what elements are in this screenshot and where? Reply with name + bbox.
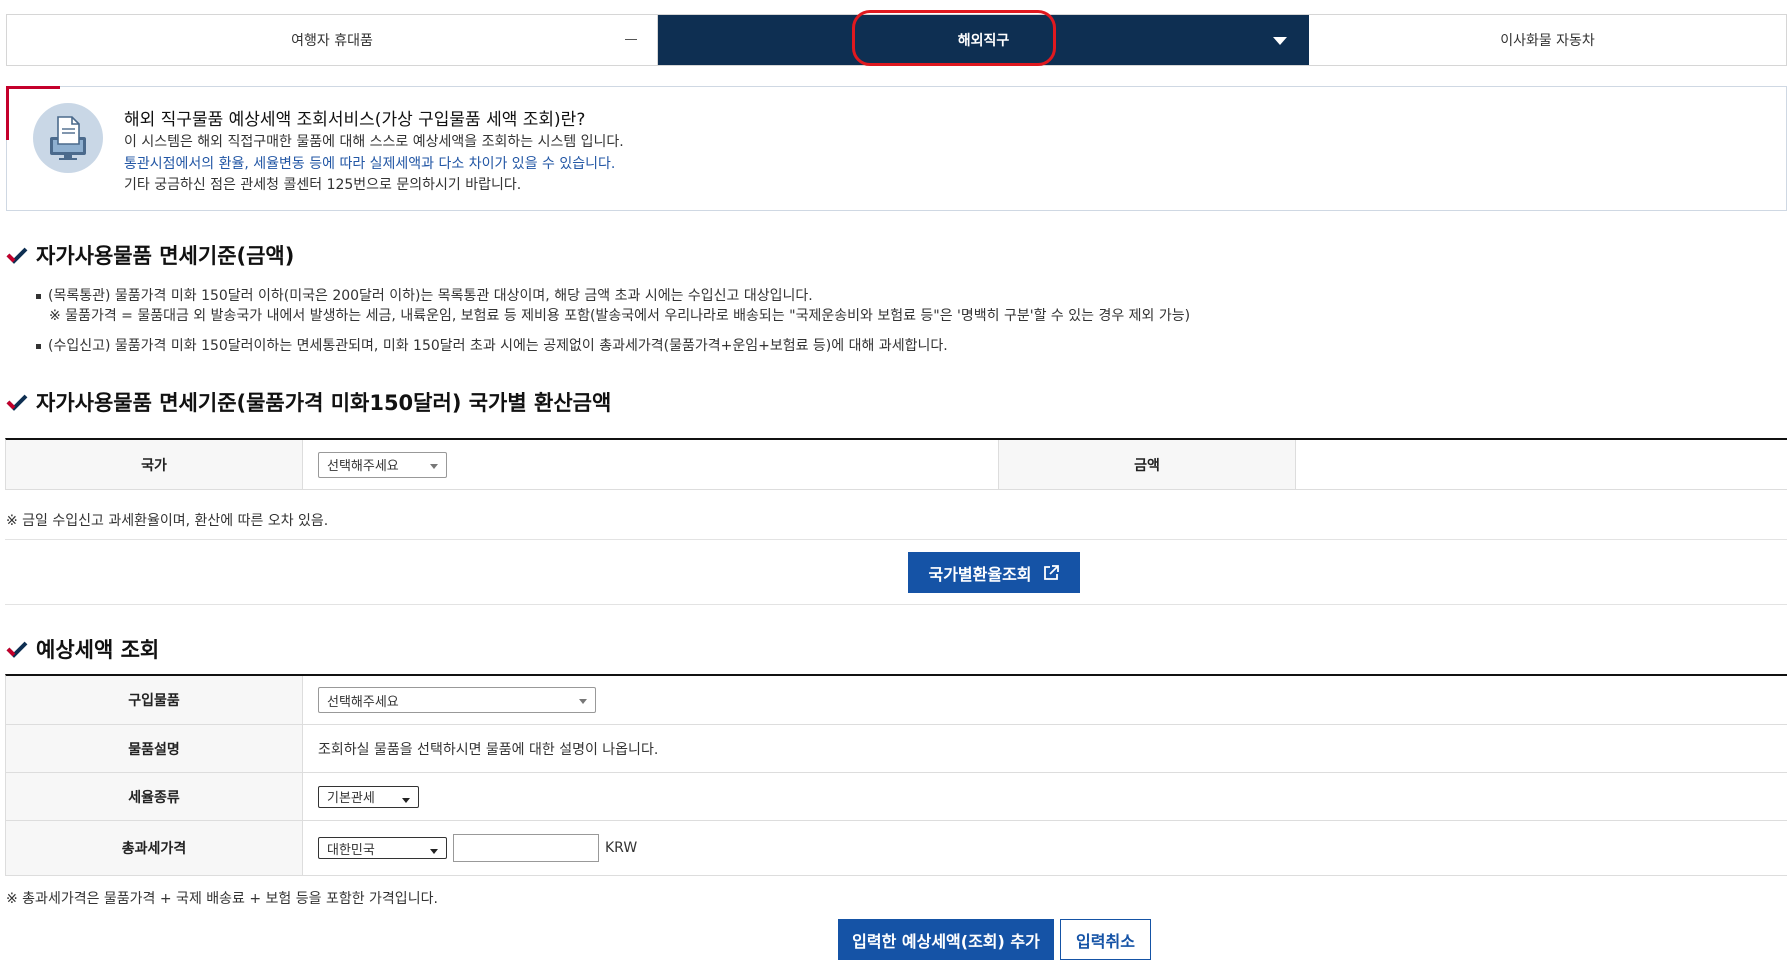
button-label: 입력한 예상세액(조회) 추가 bbox=[852, 931, 1040, 951]
currency-unit: KRW bbox=[605, 840, 638, 856]
button-label: 국가별환율조회 bbox=[928, 564, 1032, 584]
minus-icon bbox=[625, 39, 637, 40]
amount-value bbox=[1296, 440, 1787, 489]
list-item: (목록통관) 물품가격 미화 150달러 이하(미국은 200달러 이하)는 목… bbox=[36, 285, 813, 305]
exchange-table: 국가 선택해주세요 금액 bbox=[5, 438, 1787, 490]
desc-label: 물품설명 bbox=[6, 725, 303, 772]
divider bbox=[5, 539, 1787, 540]
section-heading: 자가사용물품 면세기준(금액) bbox=[6, 240, 294, 270]
item-select[interactable]: 선택해주세요 bbox=[318, 687, 596, 713]
divider bbox=[5, 604, 1787, 605]
check-icon bbox=[6, 247, 28, 264]
external-link-icon bbox=[1043, 564, 1059, 580]
bullet-note: ※ 물품가격 = 물품대금 외 발송국가 내에서 발생하는 세금, 내륙운임, … bbox=[49, 308, 1191, 324]
check-icon bbox=[6, 641, 28, 658]
add-estimate-button[interactable]: 입력한 예상세액(조회) 추가 bbox=[838, 919, 1054, 960]
item-label: 구입물품 bbox=[6, 676, 303, 724]
section-title: 자가사용물품 면세기준(물품가격 미화150달러) 국가별 환산금액 bbox=[36, 391, 612, 415]
tab-traveler-items[interactable]: 여행자 휴대품 bbox=[7, 15, 658, 65]
item-cell: 선택해주세요 bbox=[303, 676, 1787, 724]
country-select[interactable]: 선택해주세요 bbox=[318, 451, 447, 478]
section-heading: 예상세액 조회 bbox=[6, 634, 159, 664]
bullet-text: (목록통관) 물품가격 미화 150달러 이하(미국은 200달러 이하)는 목… bbox=[48, 288, 813, 304]
country-label: 국가 bbox=[6, 440, 303, 489]
total-price-input[interactable] bbox=[453, 834, 599, 862]
chevron-down-icon[interactable] bbox=[1273, 37, 1287, 45]
tax-type-select[interactable]: 기본관세 bbox=[318, 785, 419, 808]
amount-label: 금액 bbox=[999, 440, 1296, 489]
table-row: 국가 선택해주세요 금액 bbox=[6, 440, 1787, 490]
tab-moving-cargo-vehicle[interactable]: 이사화물 자동차 bbox=[1309, 15, 1786, 65]
table-row: 구입물품 선택해주세요 bbox=[6, 676, 1787, 725]
list-item: (수입신고) 물품가격 미화 150달러이하는 면세통관되며, 미화 150달러… bbox=[36, 335, 948, 355]
desc-text: 조회하실 물품을 선택하시면 물품에 대한 설명이 나옵니다. bbox=[318, 741, 659, 758]
total-price-note: ※ 총과세가격은 물품가격 + 국제 배송료 + 보험 등을 포함한 가격입니다… bbox=[6, 891, 438, 907]
section-title: 자가사용물품 면세기준(금액) bbox=[36, 244, 295, 268]
document-monitor-icon bbox=[33, 103, 103, 173]
tax-type-label: 세율종류 bbox=[6, 773, 303, 820]
tax-query-table: 구입물품 선택해주세요 물품설명 조회하실 물품을 선택하시면 물품에 대한 설… bbox=[5, 674, 1787, 876]
table-row: 총과세가격 대한민국 KRW bbox=[6, 821, 1787, 876]
currency-country-select[interactable]: 대한민국 bbox=[318, 837, 447, 859]
info-title: 해외 직구물품 예상세액 조회서비스(가상 구입물품 세액 조회)란? bbox=[124, 110, 586, 130]
info-line: 이 시스템은 해외 직접구매한 물품에 대해 스스로 예상세액을 조회하는 시스… bbox=[124, 134, 624, 150]
cancel-input-button[interactable]: 입력취소 bbox=[1060, 919, 1151, 960]
bullet-text: (수입신고) 물품가격 미화 150달러이하는 면세통관되며, 미화 150달러… bbox=[48, 338, 948, 354]
table-row: 세율종류 기본관세 bbox=[6, 773, 1787, 821]
service-info-box: 해외 직구물품 예상세액 조회서비스(가상 구입물품 세액 조회)란? 이 시스… bbox=[6, 86, 1787, 211]
accent-bar bbox=[6, 86, 60, 89]
section-title: 예상세액 조회 bbox=[36, 638, 160, 662]
table-row: 물품설명 조회하실 물품을 선택하시면 물품에 대한 설명이 나옵니다. bbox=[6, 725, 1787, 773]
exchange-rate-button[interactable]: 국가별환율조회 bbox=[908, 552, 1080, 593]
info-line: 기타 궁금하신 점은 관세청 콜센터 125번으로 문의하시기 바랍니다. bbox=[124, 177, 522, 193]
info-line-highlight: 통관시점에서의 환율, 세율변동 등에 따라 실제세액과 다소 차이가 있을 수… bbox=[124, 156, 616, 172]
section-heading: 자가사용물품 면세기준(물품가격 미화150달러) 국가별 환산금액 bbox=[6, 387, 611, 417]
button-label: 입력취소 bbox=[1076, 931, 1135, 951]
total-price-label: 총과세가격 bbox=[6, 821, 303, 875]
check-icon bbox=[6, 394, 28, 411]
exchange-note: ※ 금일 수입신고 과세환율이며, 환산에 따른 오차 있음. bbox=[6, 513, 329, 529]
tax-type-cell: 기본관세 bbox=[303, 773, 1787, 820]
country-cell: 선택해주세요 bbox=[303, 440, 999, 489]
accent-bar bbox=[6, 86, 9, 140]
total-price-cell: 대한민국 KRW bbox=[303, 821, 1787, 875]
tab-label: 여행자 휴대품 bbox=[291, 33, 373, 49]
tab-label: 이사화물 자동차 bbox=[1500, 33, 1595, 49]
highlight-annotation bbox=[852, 10, 1056, 66]
